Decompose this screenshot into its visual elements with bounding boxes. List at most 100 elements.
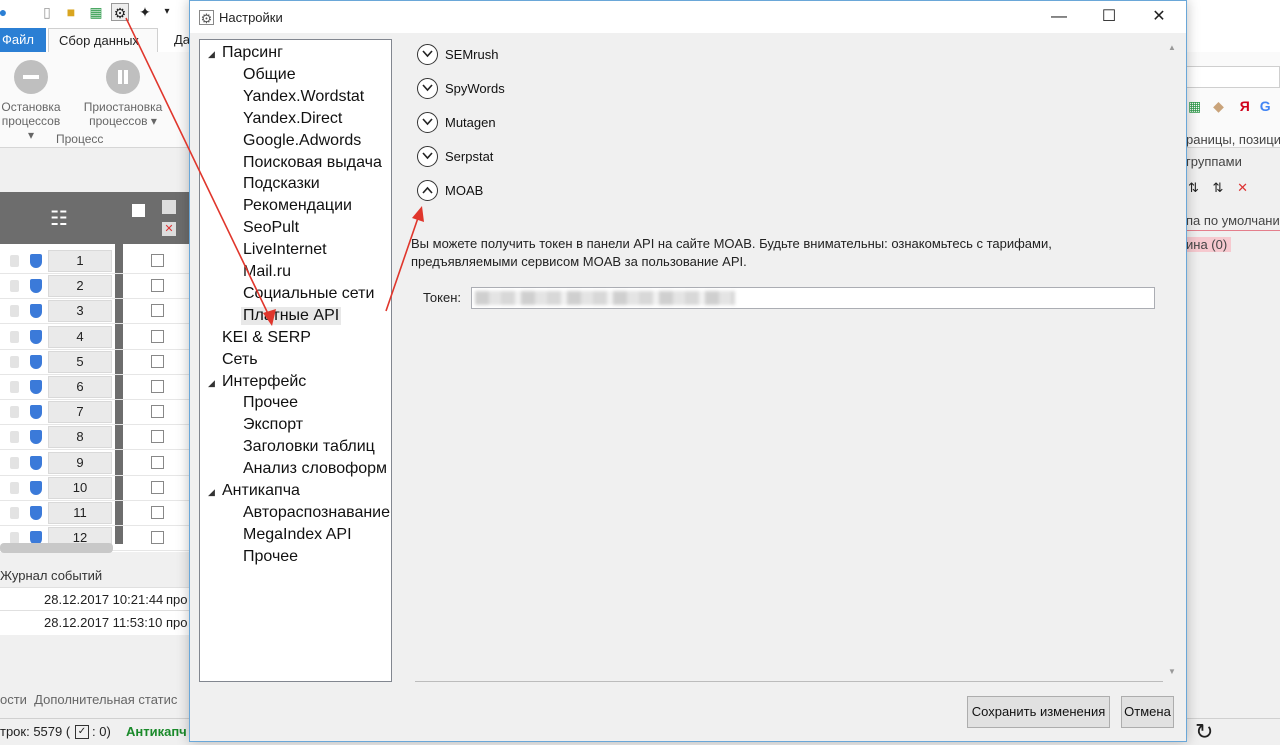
table-row[interactable]: 5 <box>0 350 190 375</box>
lock-icon[interactable] <box>10 255 19 267</box>
tree-item[interactable]: LiveInternet <box>243 241 327 259</box>
table-row[interactable]: 2 <box>0 274 190 300</box>
xls-icon[interactable]: ▦ <box>87 3 105 21</box>
lock-icon[interactable] <box>10 481 19 494</box>
google-icon[interactable]: G <box>1260 98 1271 114</box>
tree-item[interactable]: Сеть <box>222 351 258 369</box>
tree-item[interactable]: Общие <box>243 66 296 84</box>
new-file-icon[interactable]: ▯ <box>38 3 56 21</box>
xls-icon[interactable]: ▦ <box>1188 98 1201 114</box>
chevron-down-icon[interactable] <box>417 44 438 65</box>
row-checkbox[interactable] <box>151 254 164 267</box>
tree-item[interactable]: Yandex.Wordstat <box>243 88 364 106</box>
stop-processes-button[interactable]: Остановка процессов ▾ <box>0 58 62 142</box>
tree-item[interactable]: Социальные сети <box>243 285 374 303</box>
tab-data-collection[interactable]: Сбор данных <box>48 28 158 52</box>
shield-icon[interactable] <box>30 354 42 369</box>
chevron-down-icon[interactable] <box>417 112 438 133</box>
row-checkbox[interactable] <box>151 455 164 469</box>
row-checkbox[interactable] <box>151 380 164 393</box>
tree-item[interactable]: SeoPult <box>243 219 299 237</box>
lock-icon[interactable] <box>10 355 19 368</box>
magic-wand-icon[interactable]: ✦ <box>136 3 154 21</box>
expand-triangle-icon[interactable]: ◢ <box>208 49 215 60</box>
lock-icon[interactable] <box>10 431 19 444</box>
shield-icon[interactable] <box>30 380 42 394</box>
row-checkbox[interactable] <box>151 329 164 343</box>
tree-item[interactable]: ◢ Парсинг <box>208 44 283 62</box>
tree-item[interactable]: Анализ словоформ <box>243 460 387 478</box>
shield-icon[interactable] <box>30 480 42 495</box>
shield-icon[interactable] <box>30 455 42 470</box>
cancel-button[interactable]: Отмена <box>1121 696 1174 728</box>
shield-icon[interactable] <box>30 254 42 268</box>
lock-icon[interactable] <box>10 330 19 343</box>
table-row[interactable]: 6 <box>0 375 190 400</box>
chevron-down-icon[interactable] <box>417 146 438 167</box>
scroll-down-icon[interactable]: ▼ <box>1168 667 1176 676</box>
sort-icon[interactable]: ⇅ <box>1188 180 1199 195</box>
sort-num-icon[interactable]: ⇅ <box>1213 180 1224 195</box>
dropdown-icon[interactable]: ▾ <box>158 3 176 21</box>
bottom-tabs[interactable]: ости Дополнительная статис <box>0 692 177 707</box>
row-checkbox[interactable] <box>151 480 164 494</box>
tree-item[interactable]: Mail.ru <box>243 263 291 281</box>
content-vertical-scrollbar[interactable]: ▲ ▼ <box>1164 39 1181 682</box>
select-all-checkbox[interactable] <box>132 204 145 217</box>
tree-item[interactable]: Платные API <box>241 306 342 325</box>
tree-item[interactable]: Поисковая выдача <box>243 154 382 172</box>
tree-item[interactable]: KEI & SERP <box>222 329 311 347</box>
filter-icon[interactable] <box>162 200 176 214</box>
table-row[interactable]: 10 <box>0 476 190 501</box>
row-checkbox[interactable] <box>151 405 164 419</box>
close-button[interactable]: ✕ <box>1136 1 1182 33</box>
tree-item[interactable]: Прочее <box>243 394 298 412</box>
grid-horizontal-scrollbar[interactable] <box>0 543 113 553</box>
token-input[interactable] <box>471 287 1155 309</box>
row-checkbox[interactable] <box>151 279 164 293</box>
refresh-icon[interactable]: ↻ <box>1195 719 1213 745</box>
tree-item[interactable]: Автораспознавание <box>243 504 390 522</box>
table-row[interactable]: 3 <box>0 299 190 325</box>
shield-icon[interactable] <box>30 329 42 344</box>
tree-item[interactable]: Заголовки таблиц <box>243 438 375 456</box>
table-row[interactable]: 9 <box>0 451 190 476</box>
column-settings-icon[interactable]: ☷ <box>50 206 68 231</box>
gear-icon[interactable]: ⚙ <box>111 3 129 21</box>
tree-item[interactable]: ◢ Антикапча <box>208 482 300 500</box>
table-row[interactable]: 7 <box>0 400 190 426</box>
shield-icon[interactable] <box>30 279 42 294</box>
yandex-icon[interactable]: Я <box>1240 98 1250 114</box>
lock-icon[interactable] <box>10 381 19 393</box>
maximize-button[interactable]: ☐ <box>1086 1 1132 33</box>
shield-icon[interactable] <box>30 304 42 319</box>
table-row[interactable]: 1 <box>0 249 190 274</box>
tree-item[interactable]: ◢ Интерфейс <box>208 373 306 391</box>
expand-triangle-icon[interactable]: ◢ <box>208 378 215 389</box>
tree-item[interactable]: Подсказки <box>243 175 320 193</box>
eraser-icon[interactable]: ◆ <box>1213 98 1224 114</box>
clear-filter-icon[interactable]: ✕ <box>162 222 176 236</box>
app-icon[interactable]: ● <box>0 3 12 21</box>
row-checkbox[interactable] <box>151 354 164 368</box>
table-row[interactable]: 8 <box>0 425 190 451</box>
row-checkbox[interactable] <box>151 531 164 545</box>
row-checkbox[interactable] <box>151 304 164 318</box>
shield-icon[interactable] <box>30 430 42 445</box>
shield-icon[interactable] <box>30 405 42 420</box>
sort-clear-icon[interactable]: ✕ <box>1237 180 1248 195</box>
save-button[interactable]: Сохранить изменения <box>967 696 1110 728</box>
tree-item[interactable]: Yandex.Direct <box>243 110 342 128</box>
chevron-down-icon[interactable] <box>417 78 438 99</box>
tree-item[interactable]: Экспорт <box>243 416 303 434</box>
lock-icon[interactable] <box>10 406 19 419</box>
row-checkbox[interactable] <box>151 430 164 444</box>
shield-icon[interactable] <box>30 506 42 520</box>
expand-triangle-icon[interactable]: ◢ <box>208 487 215 498</box>
table-row[interactable]: 4 <box>0 325 190 350</box>
lock-icon[interactable] <box>10 507 19 519</box>
minimize-button[interactable]: — <box>1036 1 1082 33</box>
lock-icon[interactable] <box>10 456 19 469</box>
chevron-up-icon[interactable] <box>417 180 438 201</box>
tree-item[interactable]: MegaIndex API <box>243 526 352 544</box>
